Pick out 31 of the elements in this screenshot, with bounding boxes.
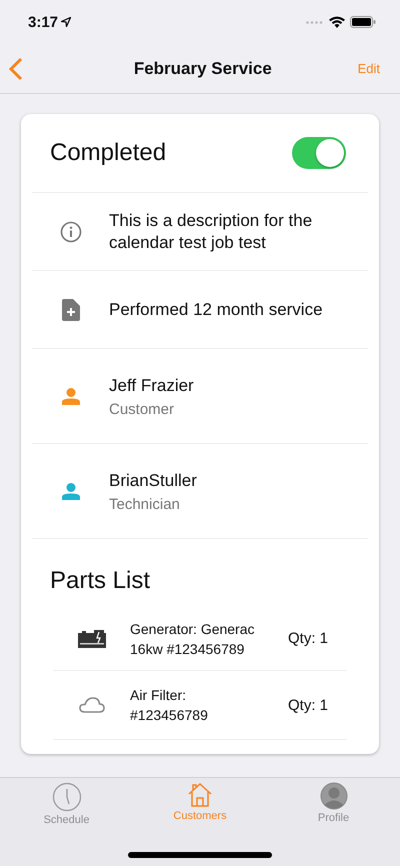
clock-icon: [52, 782, 82, 812]
person-name: BrianStuller: [109, 470, 197, 492]
parts-title: Parts List: [49, 566, 152, 596]
nav-title: February Service: [134, 58, 272, 78]
person-name: Jeff Frazier: [109, 374, 194, 396]
tab-item[interactable]: Customers: [134, 782, 266, 826]
person-role: Customer: [109, 400, 176, 418]
document-add-icon: [62, 298, 80, 320]
status-time: 3:17: [28, 14, 58, 30]
part-name: Air Filter: #123456789: [130, 686, 209, 725]
wifi-icon: [329, 16, 345, 28]
home-icon: [187, 782, 213, 808]
edit-button[interactable]: Edit: [358, 61, 380, 76]
completed-toggle[interactable]: [292, 137, 346, 169]
part-quantity: Qty: 1: [288, 696, 328, 714]
cloud-icon: [78, 697, 104, 713]
part-quantity: Qty: 1: [288, 630, 328, 647]
detail-text: This is a description for the calendar test job test: [109, 210, 314, 254]
back-button[interactable]: [8, 56, 24, 80]
part-name: Generator: Generac 16kw #123456789: [130, 620, 256, 658]
person-role: Technician: [109, 496, 181, 512]
detail-text: Performed 12 month service: [109, 298, 323, 320]
location-icon: [61, 17, 72, 27]
generator-icon: [78, 628, 106, 648]
info-icon: [60, 220, 82, 242]
tab-item[interactable]: Schedule: [0, 782, 133, 826]
avatar-icon: [320, 782, 348, 810]
completed-label: Completed: [50, 139, 166, 167]
tab-item[interactable]: Profile: [267, 782, 400, 826]
battery-icon: [350, 16, 376, 28]
signal-icon: [306, 20, 324, 24]
